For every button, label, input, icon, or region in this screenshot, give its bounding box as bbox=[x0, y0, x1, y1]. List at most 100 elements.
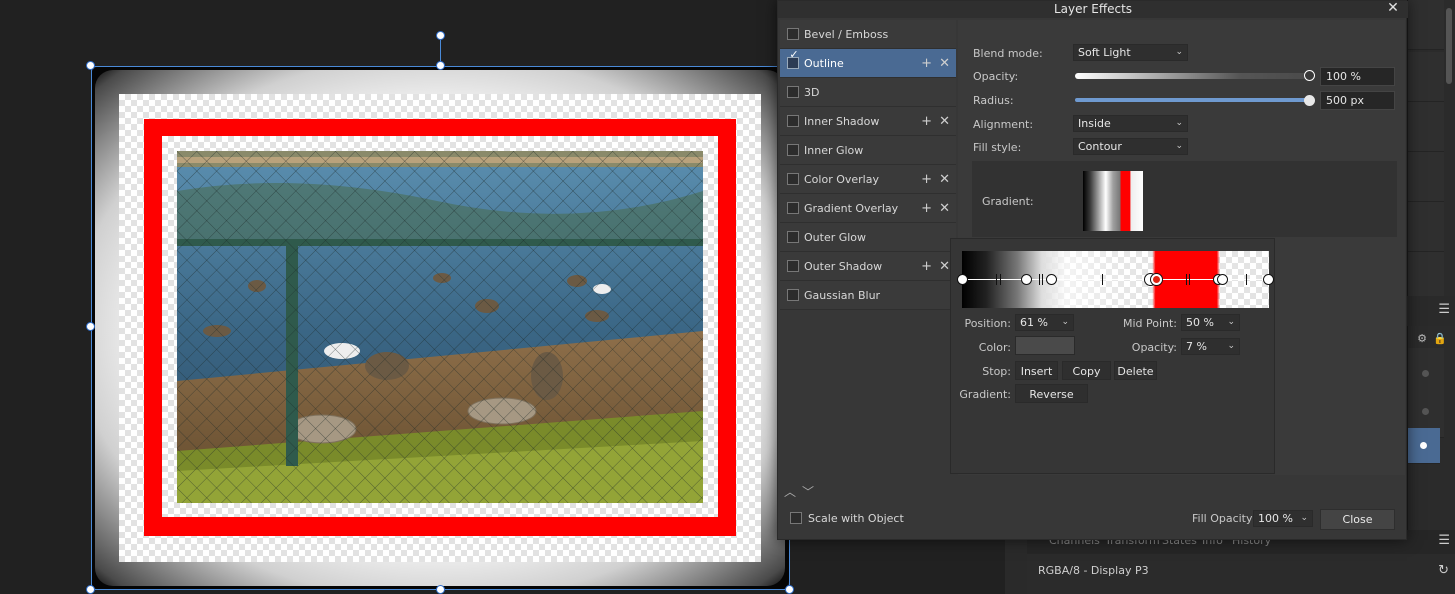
radius-field[interactable]: 500 px bbox=[1320, 91, 1395, 110]
remove-icon[interactable]: ✕ bbox=[939, 165, 950, 194]
radius-slider[interactable] bbox=[1075, 98, 1310, 102]
effect-checkbox[interactable]: ✓ bbox=[787, 49, 799, 69]
effect-item[interactable]: Bevel / Emboss bbox=[780, 20, 956, 49]
resize-handle-top-left[interactable] bbox=[86, 61, 95, 70]
effect-item[interactable]: Gaussian Blur bbox=[780, 281, 956, 310]
add-icon[interactable]: + bbox=[921, 252, 932, 281]
dock-row[interactable] bbox=[1408, 152, 1444, 202]
gear-icon[interactable]: ⚙ bbox=[1417, 332, 1427, 345]
effect-checkbox[interactable] bbox=[787, 173, 799, 185]
visibility-dot-icon[interactable] bbox=[1422, 408, 1429, 415]
gradient-swatch[interactable] bbox=[1083, 171, 1143, 231]
add-icon[interactable]: + bbox=[921, 194, 932, 223]
resize-handle-top[interactable] bbox=[436, 61, 445, 70]
midpoint-marker[interactable] bbox=[1189, 274, 1190, 285]
dock-row[interactable] bbox=[1408, 252, 1444, 302]
close-button[interactable]: Close bbox=[1320, 509, 1395, 530]
position-dropdown[interactable]: 61 % ⌄ bbox=[1015, 314, 1074, 331]
chevron-down-icon[interactable]: ﹀ bbox=[802, 485, 820, 499]
scale-with-object-label: Scale with Object bbox=[808, 512, 904, 525]
add-icon[interactable]: + bbox=[921, 49, 932, 78]
dock-row[interactable] bbox=[1408, 102, 1444, 152]
fill-opacity-dropdown[interactable]: 100 % ⌄ bbox=[1253, 510, 1313, 527]
gradient-stop[interactable] bbox=[1263, 274, 1274, 285]
opacity-slider[interactable] bbox=[1075, 73, 1310, 79]
radius-slider-knob[interactable] bbox=[1304, 95, 1315, 106]
dock-scrollbar[interactable] bbox=[1446, 8, 1452, 84]
chevron-up-icon[interactable]: ︿ bbox=[784, 485, 802, 499]
rotation-handle[interactable] bbox=[436, 31, 445, 40]
midpoint-marker[interactable] bbox=[1042, 274, 1043, 285]
effect-checkbox[interactable] bbox=[787, 86, 799, 98]
effect-item[interactable]: Outer Glow bbox=[780, 223, 956, 252]
lock-icon[interactable]: 🔒 bbox=[1433, 332, 1447, 345]
effect-checkbox[interactable] bbox=[787, 115, 799, 127]
effect-item[interactable]: Gradient Overlay + ✕ bbox=[780, 194, 956, 223]
remove-icon[interactable]: ✕ bbox=[939, 252, 950, 281]
photo-ducks-pond[interactable] bbox=[177, 151, 703, 503]
midpoint-marker[interactable] bbox=[1246, 274, 1247, 285]
gradient-stop[interactable] bbox=[1021, 274, 1032, 285]
dock-row[interactable] bbox=[1408, 202, 1444, 252]
add-icon[interactable]: + bbox=[921, 165, 932, 194]
menu-icon[interactable]: ☰ bbox=[1438, 533, 1450, 548]
resize-handle-bottom[interactable] bbox=[436, 585, 445, 594]
effect-checkbox[interactable] bbox=[787, 289, 799, 301]
midpoint-marker[interactable] bbox=[1039, 274, 1040, 285]
insert-stop-button[interactable]: Insert bbox=[1015, 361, 1058, 380]
gradient-stop[interactable] bbox=[1046, 274, 1057, 285]
scale-with-object-checkbox[interactable] bbox=[790, 512, 802, 524]
fill-style-dropdown[interactable]: Contour ⌄ bbox=[1073, 138, 1188, 155]
opacity-label: Opacity: bbox=[973, 70, 1019, 83]
effect-item[interactable]: Outer Shadow + ✕ bbox=[780, 252, 956, 281]
alignment-dropdown[interactable]: Inside ⌄ bbox=[1073, 115, 1188, 132]
opacity-slider-knob[interactable] bbox=[1304, 70, 1315, 81]
layer-row-selected[interactable] bbox=[1408, 428, 1440, 464]
midpoint-marker[interactable] bbox=[1000, 274, 1001, 285]
blend-mode-dropdown[interactable]: Soft Light ⌄ bbox=[1073, 44, 1188, 61]
remove-icon[interactable]: ✕ bbox=[939, 194, 950, 223]
stop-opacity-dropdown[interactable]: 7 % ⌄ bbox=[1181, 338, 1240, 355]
reorder-arrows[interactable]: ︿﹀ bbox=[784, 483, 820, 500]
effect-checkbox[interactable] bbox=[787, 144, 799, 156]
effect-item[interactable]: Inner Shadow + ✕ bbox=[780, 107, 956, 136]
copy-stop-button[interactable]: Copy bbox=[1062, 361, 1111, 380]
effect-checkbox[interactable] bbox=[787, 28, 799, 40]
color-well[interactable] bbox=[1015, 336, 1075, 355]
close-icon[interactable]: ✕ bbox=[1386, 1, 1400, 17]
remove-icon[interactable]: ✕ bbox=[939, 107, 950, 136]
remove-icon[interactable]: ✕ bbox=[939, 49, 950, 78]
effect-item[interactable]: 3D bbox=[780, 78, 956, 107]
resize-handle-bottom-right[interactable] bbox=[785, 585, 794, 594]
effect-item[interactable]: ✓ Outline + ✕ bbox=[780, 49, 956, 78]
visibility-dot-icon[interactable] bbox=[1420, 442, 1427, 449]
visibility-dot-icon[interactable] bbox=[1422, 370, 1429, 377]
gradient-stop[interactable] bbox=[957, 274, 968, 285]
resize-handle-bottom-left[interactable] bbox=[86, 585, 95, 594]
dialog-title: Layer Effects bbox=[778, 1, 1408, 18]
effect-checkbox[interactable] bbox=[787, 231, 799, 243]
dock-row[interactable] bbox=[1408, 52, 1444, 102]
effect-checkbox[interactable] bbox=[787, 260, 799, 272]
midpoint-dropdown[interactable]: 50 % ⌄ bbox=[1181, 314, 1240, 331]
effect-item[interactable]: Inner Glow bbox=[780, 136, 956, 165]
effect-label: 3D bbox=[804, 86, 820, 99]
chevron-down-icon: ⌄ bbox=[1175, 118, 1183, 128]
effect-checkbox[interactable] bbox=[787, 202, 799, 214]
opacity-field[interactable]: 100 % bbox=[1320, 67, 1395, 86]
dock-row[interactable] bbox=[1408, 0, 1444, 50]
midpoint-marker[interactable] bbox=[996, 274, 997, 285]
resize-handle-left[interactable] bbox=[86, 322, 95, 331]
midpoint-marker[interactable] bbox=[1102, 274, 1103, 285]
effect-label: Outline bbox=[804, 57, 844, 70]
gradient-stop-selected[interactable] bbox=[1151, 274, 1162, 285]
midpoint-marker[interactable] bbox=[1186, 274, 1187, 285]
delete-stop-button[interactable]: Delete bbox=[1114, 361, 1157, 380]
gradient-editor-label: Gradient: bbox=[959, 388, 1011, 401]
menu-icon[interactable]: ☰ bbox=[1438, 302, 1450, 317]
effect-item[interactable]: Color Overlay + ✕ bbox=[780, 165, 956, 194]
add-icon[interactable]: + bbox=[921, 107, 932, 136]
gradient-stop[interactable] bbox=[1217, 274, 1228, 285]
reset-icon[interactable]: ↻ bbox=[1438, 563, 1449, 578]
reverse-gradient-button[interactable]: Reverse bbox=[1015, 384, 1088, 403]
